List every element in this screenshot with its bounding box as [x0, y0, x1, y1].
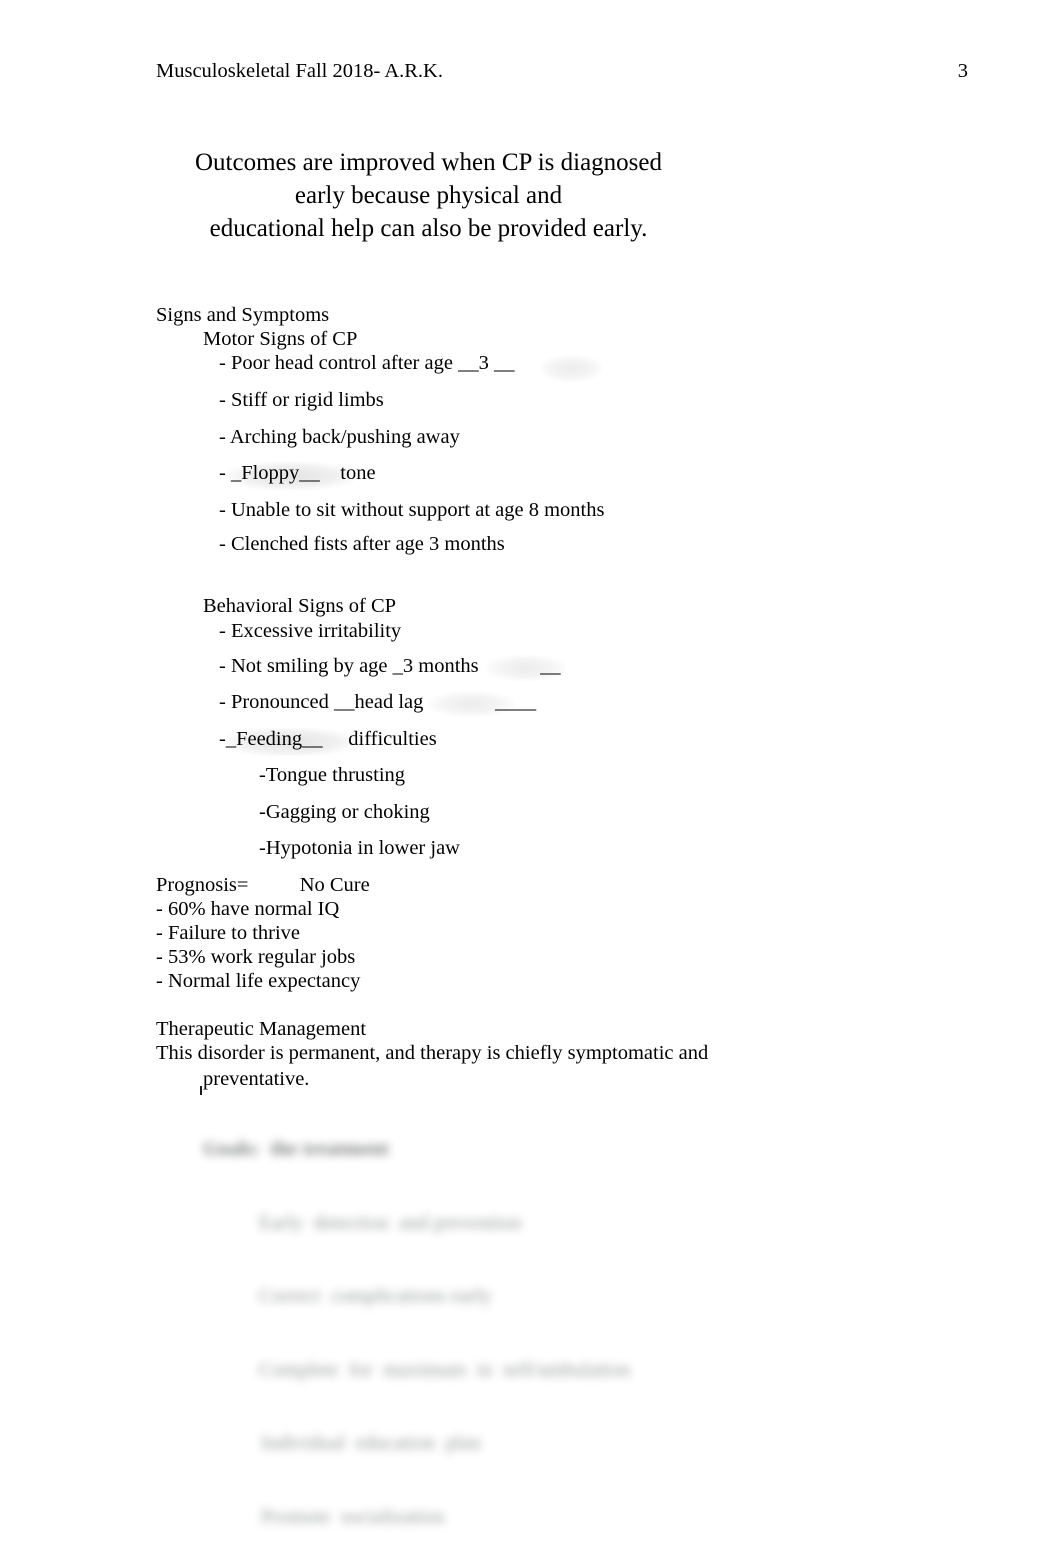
- list-item-prognosis-3: - 53% work regular jobs: [156, 946, 356, 968]
- list-item-prognosis-4: - Normal life expectancy: [156, 970, 361, 992]
- redacted-line-4: Complete for maximum in self/ambulation: [259, 1358, 631, 1381]
- page-title-line-2: early because physical and: [294, 182, 563, 209]
- redacted-line-6: Promote socialization: [261, 1505, 445, 1528]
- section-heading-signs-and-symptoms: Signs and Symptoms: [156, 304, 330, 326]
- list-item-motor-3: - Arching back/pushing away: [219, 426, 460, 448]
- list-item-motor-4: - _Floppy__ tone: [219, 462, 376, 484]
- list-item-behavioral-2: - Not smiling by age _3 months __: [219, 655, 561, 677]
- redacted-text-block: Goals: the treatment Early detection and…: [203, 1088, 723, 1561]
- list-item-behavioral-1: - Excessive irritability: [219, 620, 402, 642]
- therapeutic-body-line-1: This disorder is permanent, and therapy …: [156, 1042, 709, 1064]
- list-item-prognosis-1: - 60% have normal IQ: [156, 898, 340, 920]
- subheading-behavioral-signs: Behavioral Signs of CP: [203, 595, 397, 617]
- list-item-motor-6: - Clenched fists after age 3 months: [219, 533, 505, 555]
- list-item-motor-5: - Unable to sit without support at age 8…: [219, 499, 605, 521]
- page-title-line-3: educational help can also be provided ea…: [209, 215, 648, 242]
- list-item-feeding-3: -Hypotonia in lower jaw: [259, 837, 460, 859]
- page-title: Outcomes are improved when CP is diagnos…: [156, 146, 701, 245]
- section-heading-prognosis: Prognosis= No Cure: [156, 874, 370, 896]
- course-title: Musculoskeletal Fall 2018- A.R.K.: [156, 60, 443, 82]
- list-item-behavioral-3: - Pronounced __head lag ____: [219, 691, 537, 713]
- redacted-line-5: Individual education plan: [261, 1432, 481, 1454]
- list-item-feeding-2: -Gagging or choking: [259, 801, 430, 823]
- list-item-prognosis-2: - Failure to thrive: [156, 922, 301, 944]
- document-page: Musculoskeletal Fall 2018- A.R.K. 3 Outc…: [0, 0, 1062, 1561]
- redacted-line-3: Correct complications early: [259, 1285, 492, 1307]
- stray-ink-mark: [200, 1086, 202, 1095]
- list-item-feeding-1: -Tongue thrusting: [259, 764, 406, 786]
- page-title-line-1: Outcomes are improved when CP is diagnos…: [194, 149, 663, 176]
- list-item-behavioral-4: -_Feeding__ difficulties: [219, 728, 437, 750]
- list-item-motor-1: - Poor head control after age __3 __: [219, 352, 515, 374]
- redacted-line-2: Early detection and prevention: [259, 1211, 522, 1234]
- subheading-motor-signs: Motor Signs of CP: [203, 328, 358, 350]
- redacted-line-1: Goals: the treatment: [203, 1138, 389, 1160]
- page-number: 3: [957, 60, 968, 82]
- page-header: Musculoskeletal Fall 2018- A.R.K. 3: [156, 60, 968, 84]
- section-heading-therapeutic-management: Therapeutic Management: [156, 1018, 367, 1040]
- blur-smudge-head-control: [540, 355, 602, 382]
- list-item-motor-2: - Stiff or rigid limbs: [219, 389, 384, 411]
